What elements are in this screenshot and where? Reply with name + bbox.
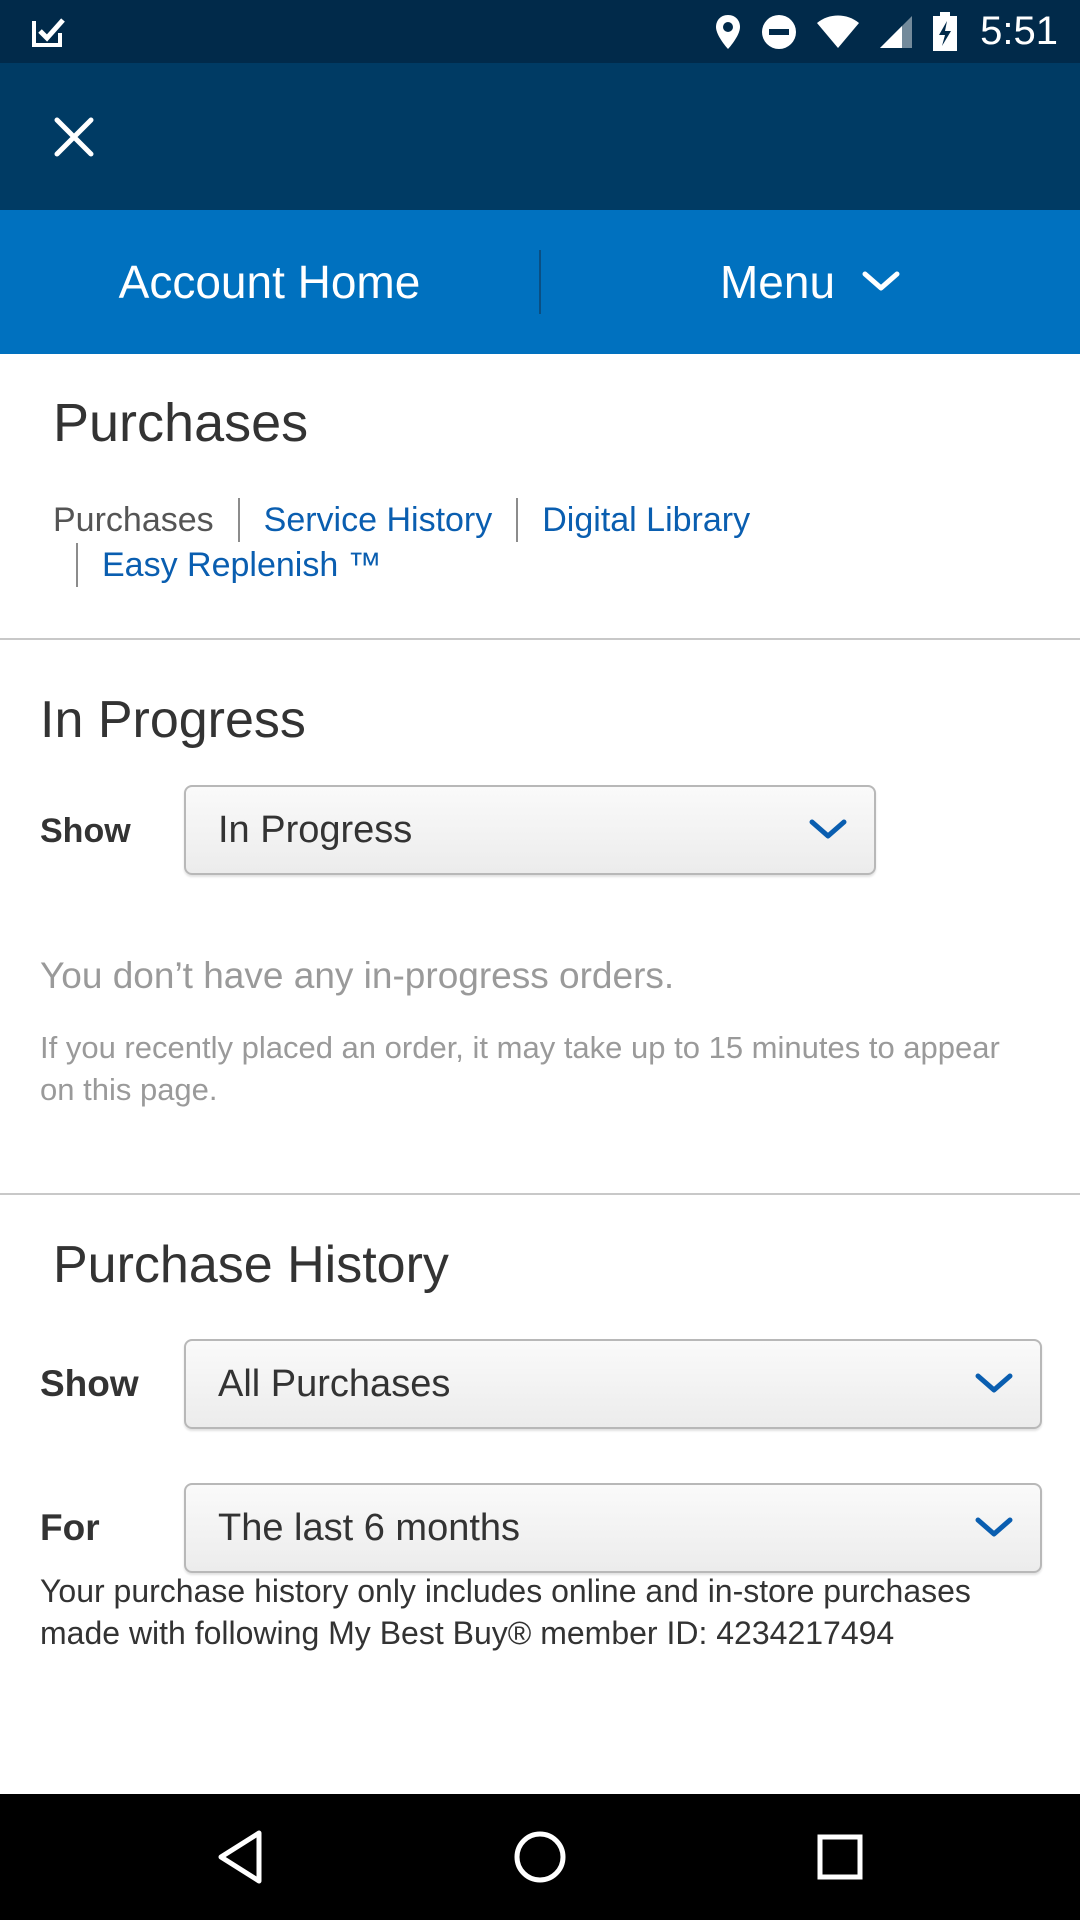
tab-separator bbox=[237, 498, 240, 543]
in-progress-title: In Progress bbox=[40, 691, 306, 749]
section-divider bbox=[0, 1193, 1080, 1195]
system-nav-bar bbox=[0, 1794, 1080, 1920]
app-check-icon bbox=[30, 15, 66, 49]
recents-icon bbox=[817, 1834, 863, 1880]
tab-separator bbox=[76, 543, 78, 587]
status-time: 5:51 bbox=[980, 9, 1058, 53]
chevron-down-icon bbox=[862, 271, 900, 291]
history-for-label: For bbox=[40, 1507, 100, 1548]
account-home-label: Account Home bbox=[118, 256, 421, 308]
purchases-tabs-row-2: Easy Replenish ™ bbox=[76, 542, 382, 588]
tab-separator bbox=[516, 498, 519, 543]
back-button[interactable] bbox=[190, 1807, 290, 1907]
history-show-select[interactable]: All Purchases bbox=[184, 1339, 1042, 1429]
back-icon bbox=[218, 1830, 262, 1884]
signal-icon bbox=[878, 15, 914, 49]
purchase-history-note: Your purchase history only includes onli… bbox=[40, 1573, 971, 1651]
account-nav-bar: Account Home Menu bbox=[0, 210, 1080, 354]
history-show-value: All Purchases bbox=[218, 1362, 451, 1405]
tab-easy-replenish[interactable]: Easy Replenish ™ bbox=[102, 542, 382, 588]
history-for-select[interactable]: The last 6 months bbox=[184, 1483, 1042, 1573]
in-progress-show-select[interactable]: In Progress bbox=[184, 785, 876, 875]
home-button[interactable] bbox=[490, 1807, 590, 1907]
home-icon bbox=[514, 1831, 566, 1883]
in-progress-show-label: Show bbox=[40, 812, 131, 850]
account-home-link[interactable]: Account Home bbox=[0, 210, 539, 354]
wifi-icon bbox=[816, 15, 860, 49]
purchases-tabs: Purchases Service History Digital Library bbox=[53, 495, 1033, 543]
do-not-disturb-icon bbox=[760, 13, 798, 51]
purchase-history-title: Purchase History bbox=[53, 1236, 449, 1294]
tab-service-history[interactable]: Service History bbox=[264, 497, 493, 543]
menu-button[interactable]: Menu bbox=[541, 210, 1080, 354]
empty-orders-subtext: If you recently placed an order, it may … bbox=[40, 1030, 1000, 1107]
history-for-value: The last 6 months bbox=[218, 1506, 521, 1549]
chevron-down-icon bbox=[809, 819, 847, 839]
chevron-down-icon bbox=[975, 1373, 1013, 1393]
top-header bbox=[0, 63, 1080, 210]
menu-label: Menu bbox=[719, 256, 836, 308]
close-button[interactable] bbox=[44, 107, 104, 167]
battery-charging-icon bbox=[932, 11, 958, 52]
status-bar: 5:51 bbox=[0, 0, 1080, 63]
tab-digital-library[interactable]: Digital Library bbox=[542, 497, 750, 543]
page-title: Purchases bbox=[53, 393, 309, 453]
in-progress-show-value: In Progress bbox=[218, 808, 413, 851]
recents-button[interactable] bbox=[790, 1807, 890, 1907]
history-show-label: Show bbox=[40, 1363, 139, 1404]
chevron-down-icon bbox=[975, 1517, 1013, 1537]
location-icon bbox=[714, 13, 742, 51]
empty-orders-message: You don’t have any in-progress orders. bbox=[40, 955, 675, 996]
tab-purchases: Purchases bbox=[53, 501, 214, 540]
close-icon bbox=[54, 117, 94, 157]
section-divider bbox=[0, 638, 1080, 640]
